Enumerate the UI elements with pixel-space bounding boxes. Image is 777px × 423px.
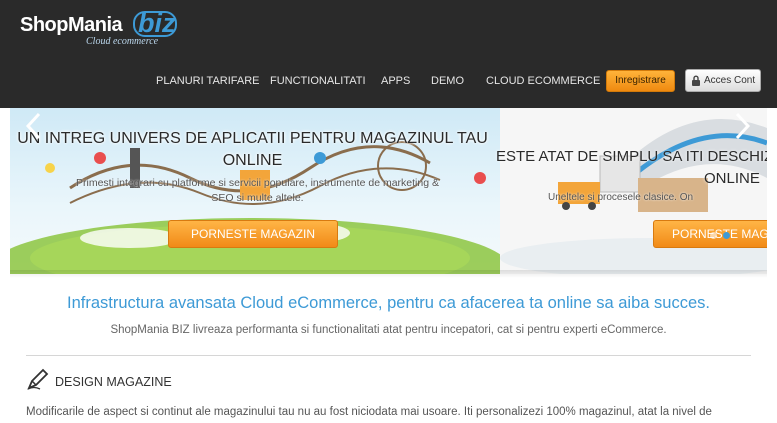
site-header: ShopMania biz Cloud ecommerce PLANURI TA…	[0, 0, 777, 108]
section-title-design-magazine: DESIGN MAGAZINE	[55, 375, 172, 389]
slider-prev-arrow-icon[interactable]	[24, 112, 44, 140]
slide-2-title-line-2: ONLINE	[704, 170, 760, 187]
register-button[interactable]: Inregistrare	[606, 70, 675, 92]
nav-item-planuri-tarifare[interactable]: PLANURI TARIFARE	[156, 75, 260, 87]
login-button-label: Acces Cont	[704, 75, 756, 86]
slide-1-title: UN INTREG UNIVERS DE APLICATII PENTRU MA…	[10, 128, 495, 172]
page-headline: Infrastructura avansata Cloud eCommerce,…	[67, 294, 710, 312]
nav-item-apps[interactable]: APPS	[381, 75, 410, 87]
slide-2-title-line-1: ESTE ATAT DE SIMPLU SA ITI DESCHIZI	[496, 148, 767, 165]
slider-pagination	[710, 232, 750, 240]
section-divider	[26, 355, 751, 356]
slide-1-subtitle-line-1: Primesti integrari cu platforme si servi…	[76, 177, 439, 189]
slide-1-start-store-button[interactable]: PORNESTE MAGAZIN	[168, 220, 338, 248]
slide-1-title-line-1: UN INTREG UNIVERS DE APLICATII PENTRU MA…	[17, 130, 488, 147]
logo-tagline: Cloud ecommerce	[86, 36, 159, 47]
lock-icon	[692, 75, 700, 86]
logo-wordmark: ShopMania	[20, 14, 123, 36]
nav-item-demo[interactable]: DEMO	[431, 75, 464, 87]
logo-biz-text: biz	[138, 8, 176, 38]
login-button[interactable]: Acces Cont	[685, 69, 761, 92]
pencil-icon	[27, 368, 49, 390]
slide-1-subtitle: Primesti integrari cu platforme si servi…	[15, 176, 500, 206]
slide-1-title-line-2: ONLINE	[222, 152, 283, 169]
page-subheadline: ShopMania BIZ livreaza performanta si fu…	[110, 324, 667, 336]
nav-item-cloud-ecommerce[interactable]: CLOUD ECOMMERCE	[486, 75, 600, 87]
section-body-text: Modificarile de aspect si continut ale m…	[26, 406, 712, 418]
slider-next-arrow-icon[interactable]	[732, 112, 752, 140]
slide-1-subtitle-line-2: SEO si multe altele.	[211, 192, 304, 204]
slider-shadow	[10, 270, 767, 278]
slider-dot-2[interactable]	[723, 232, 730, 239]
shopmania-biz-logo[interactable]: ShopMania biz Cloud ecommerce	[20, 8, 180, 48]
nav-item-functionalitati[interactable]: FUNCTIONALITATI	[270, 75, 366, 87]
hero-slider: UN INTREG UNIVERS DE APLICATII PENTRU MA…	[10, 108, 767, 274]
slider-dot-1[interactable]	[710, 232, 717, 239]
page: ShopMania biz Cloud ecommerce PLANURI TA…	[0, 0, 777, 423]
slide-2-subtitle: Uneltele si procesele clasice. On	[548, 192, 694, 203]
slide-2-title: ESTE ATAT DE SIMPLU SA ITI DESCHIZI ONLI…	[496, 146, 767, 190]
